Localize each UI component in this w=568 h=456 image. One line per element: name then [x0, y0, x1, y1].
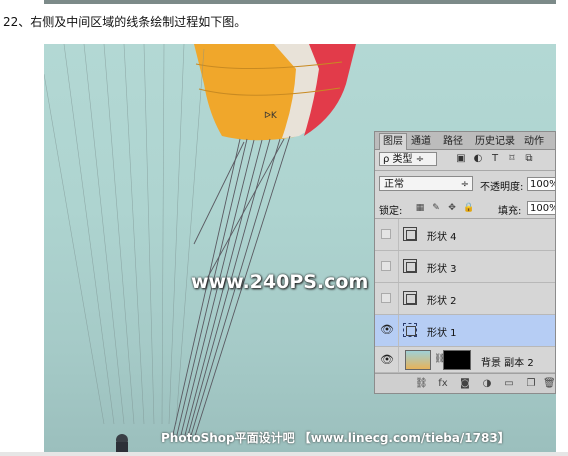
- eye-icon[interactable]: 👁: [380, 353, 394, 366]
- visibility-toggle[interactable]: [381, 229, 391, 239]
- shape-layer-icon: [403, 291, 417, 305]
- previous-image-edge: [44, 0, 556, 4]
- layer-name: 形状 4: [427, 232, 457, 243]
- new-layer-icon[interactable]: ❐: [525, 378, 537, 390]
- layer-thumbnail: [405, 350, 431, 370]
- tab-paths[interactable]: 路径: [443, 134, 463, 149]
- layer-name: 形状 1: [427, 328, 457, 339]
- panel-tab-bar: 图层 通道 路径 历史记录 动作: [375, 132, 555, 150]
- lock-all-icon[interactable]: 🔒: [463, 203, 474, 213]
- link-layers-icon[interactable]: ⛓: [415, 378, 428, 390]
- layer-name: 形状 3: [427, 264, 457, 275]
- site-watermark: www.240PS.com: [191, 271, 369, 293]
- lock-position-icon[interactable]: ✥: [447, 203, 457, 213]
- layer-name: 形状 2: [427, 296, 457, 307]
- step-caption: 22、右侧及中间区域的线条绘制过程如下图。: [3, 15, 247, 29]
- layer-shape-1[interactable]: 👁 形状 1: [375, 315, 555, 347]
- layer-background-copy[interactable]: 👁 ⛓ 背景 副本 2: [375, 347, 555, 373]
- lock-transparent-icon[interactable]: ▦: [415, 203, 425, 213]
- fx-icon[interactable]: fx: [437, 378, 449, 390]
- visibility-toggle[interactable]: [381, 293, 391, 303]
- svg-text:ᐅK: ᐅK: [264, 111, 278, 121]
- new-group-icon[interactable]: ▭: [503, 378, 515, 390]
- opacity-field[interactable]: 100%: [527, 177, 555, 191]
- filter-kind-select[interactable]: ρ 类型 ÷: [379, 152, 437, 166]
- smartobject-filter-icon[interactable]: ⧉: [523, 153, 535, 165]
- eye-icon[interactable]: 👁: [380, 323, 394, 336]
- layer-shape-4[interactable]: 形状 4: [375, 219, 555, 251]
- opacity-label: 不透明度:: [480, 182, 524, 193]
- layers-panel: 图层 通道 路径 历史记录 动作 ρ 类型 ÷ ▣ ◐ T ⌑ ⧉ 正常 ÷ 不透…: [374, 131, 556, 394]
- delete-layer-icon[interactable]: 🗑: [543, 378, 555, 390]
- blend-mode-value: 正常: [384, 179, 404, 190]
- panel-footer-toolbar: ⛓ fx ◙ ◑ ▭ ❐ 🗑: [375, 373, 555, 393]
- fill-label: 填充:: [498, 206, 522, 217]
- tab-layers[interactable]: 图层: [379, 133, 407, 150]
- shape-filter-icon[interactable]: ⌑: [506, 153, 518, 165]
- filter-kind-value: ρ 类型: [383, 154, 413, 165]
- tab-channels[interactable]: 通道: [411, 134, 431, 149]
- visibility-toggle[interactable]: [381, 261, 391, 271]
- page-bottom-edge: [0, 452, 568, 456]
- adjustment-layer-icon[interactable]: ◑: [481, 378, 493, 390]
- lock-image-icon[interactable]: ✎: [431, 203, 441, 213]
- tab-actions[interactable]: 动作: [524, 134, 544, 149]
- tab-history[interactable]: 历史记录: [475, 134, 515, 149]
- shape-layer-icon: [403, 259, 417, 273]
- add-mask-icon[interactable]: ◙: [459, 378, 471, 390]
- type-filter-icon[interactable]: T: [489, 153, 501, 165]
- shape-layer-icon: [403, 227, 417, 241]
- pixel-filter-icon[interactable]: ▣: [455, 153, 467, 165]
- blend-mode-select[interactable]: 正常 ÷: [379, 176, 473, 191]
- lock-label: 锁定:: [379, 206, 403, 217]
- shape-layer-icon: [403, 323, 417, 337]
- layer-mask-thumbnail[interactable]: [443, 350, 471, 370]
- layer-name: 背景 副本 2: [481, 358, 534, 369]
- layer-shape-2[interactable]: 形状 2: [375, 283, 555, 315]
- layer-shape-3[interactable]: 形状 3: [375, 251, 555, 283]
- adjustment-filter-icon[interactable]: ◐: [472, 153, 484, 165]
- forum-watermark: PhotoShop平面设计吧 【www.linecg.com/tieba/178…: [161, 431, 510, 445]
- fill-field[interactable]: 100%: [527, 201, 555, 215]
